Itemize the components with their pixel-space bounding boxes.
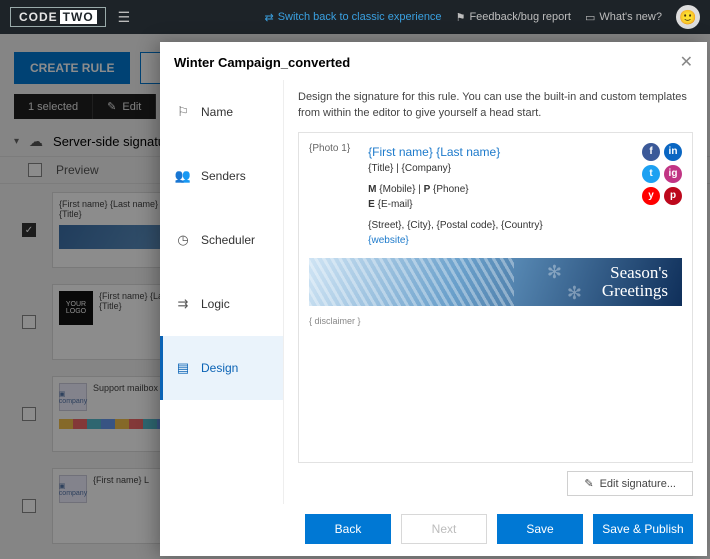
back-button[interactable]: Back (305, 514, 391, 544)
youtube-icon[interactable]: y (642, 187, 660, 205)
step-description: Design the signature for this rule. You … (298, 90, 693, 122)
page: CREATE RULE 1 selected ✎Edit ▾ ☁ Server-… (0, 34, 710, 559)
step-label: Scheduler (201, 233, 255, 247)
switch-experience-label: Switch back to classic experience (278, 11, 442, 23)
step-scheduler[interactable]: ◷ Scheduler (160, 208, 283, 272)
switch-experience-link[interactable]: ⇄ Switch back to classic experience (264, 11, 441, 24)
facebook-icon[interactable]: f (642, 143, 660, 161)
logo-text-2: TWO (60, 10, 97, 24)
linkedin-icon[interactable]: in (664, 143, 682, 161)
feedback-label: Feedback/bug report (469, 11, 571, 23)
next-button: Next (401, 514, 487, 544)
twitter-icon[interactable]: t (642, 165, 660, 183)
book-icon: ▭ (585, 11, 595, 24)
save-button[interactable]: Save (497, 514, 583, 544)
step-label: Name (201, 105, 233, 119)
step-label: Design (201, 361, 238, 375)
wizard-footer: Back Next Save Save & Publish (160, 504, 707, 556)
instagram-icon[interactable]: ig (664, 165, 682, 183)
step-label: Logic (201, 297, 230, 311)
sig-email-line: E {E-mail} (368, 197, 624, 212)
people-icon: 👥 (175, 168, 191, 184)
pencil-icon: ✎ (584, 477, 593, 490)
logo-text-1: CODE (19, 10, 58, 24)
sig-phone-line: M {Mobile} | P {Phone} (368, 182, 624, 197)
clock-icon: ◷ (175, 232, 191, 248)
disclaimer-placeholder: { disclaimer } (309, 316, 682, 326)
social-icons: f in t ig y p (642, 143, 682, 248)
step-label: Senders (201, 169, 246, 183)
sig-website: {website} (368, 233, 624, 248)
top-bar: CODETWO ☰ ⇄ Switch back to classic exper… (0, 0, 710, 34)
seasons-greetings-banner: ✻ ✻ Season's Greetings (309, 258, 682, 306)
rule-wizard-panel: Winter Campaign_converted ✕ ⚐ Name 👥 Sen… (160, 42, 707, 556)
sig-name: {First name} {Last name} (368, 143, 624, 161)
sig-title-line: {Title} | {Company} (368, 161, 624, 176)
step-name[interactable]: ⚐ Name (160, 80, 283, 144)
panel-title: Winter Campaign_converted (174, 55, 350, 70)
swap-icon: ⇄ (264, 11, 273, 24)
close-icon[interactable]: ✕ (680, 52, 693, 72)
whats-new-link[interactable]: ▭ What's new? (585, 11, 662, 24)
photo-placeholder: {Photo 1} (309, 143, 350, 248)
feedback-link[interactable]: ⚑ Feedback/bug report (456, 11, 571, 24)
save-publish-button[interactable]: Save & Publish (593, 514, 693, 544)
step-design[interactable]: ▤ Design (160, 336, 283, 400)
edit-signature-button[interactable]: ✎ Edit signature... (567, 471, 693, 496)
tag-icon: ⚐ (175, 104, 191, 120)
wizard-steps: ⚐ Name 👥 Senders ◷ Scheduler ⇉ Logic ▤ (160, 80, 284, 504)
edit-signature-label: Edit signature... (600, 478, 676, 490)
step-logic[interactable]: ⇉ Logic (160, 272, 283, 336)
sig-address: {Street}, {City}, {Postal code}, {Countr… (368, 218, 624, 233)
step-senders[interactable]: 👥 Senders (160, 144, 283, 208)
avatar[interactable]: 🙂 (676, 5, 700, 29)
feedback-icon: ⚑ (456, 11, 466, 24)
branch-icon: ⇉ (175, 296, 191, 312)
menu-icon[interactable]: ☰ (118, 9, 131, 26)
logo: CODETWO (10, 7, 106, 27)
signature-preview: {Photo 1} {First name} {Last name} {Titl… (298, 132, 693, 463)
pinterest-icon[interactable]: p (664, 187, 682, 205)
design-icon: ▤ (175, 360, 191, 376)
whats-new-label: What's new? (599, 11, 662, 23)
